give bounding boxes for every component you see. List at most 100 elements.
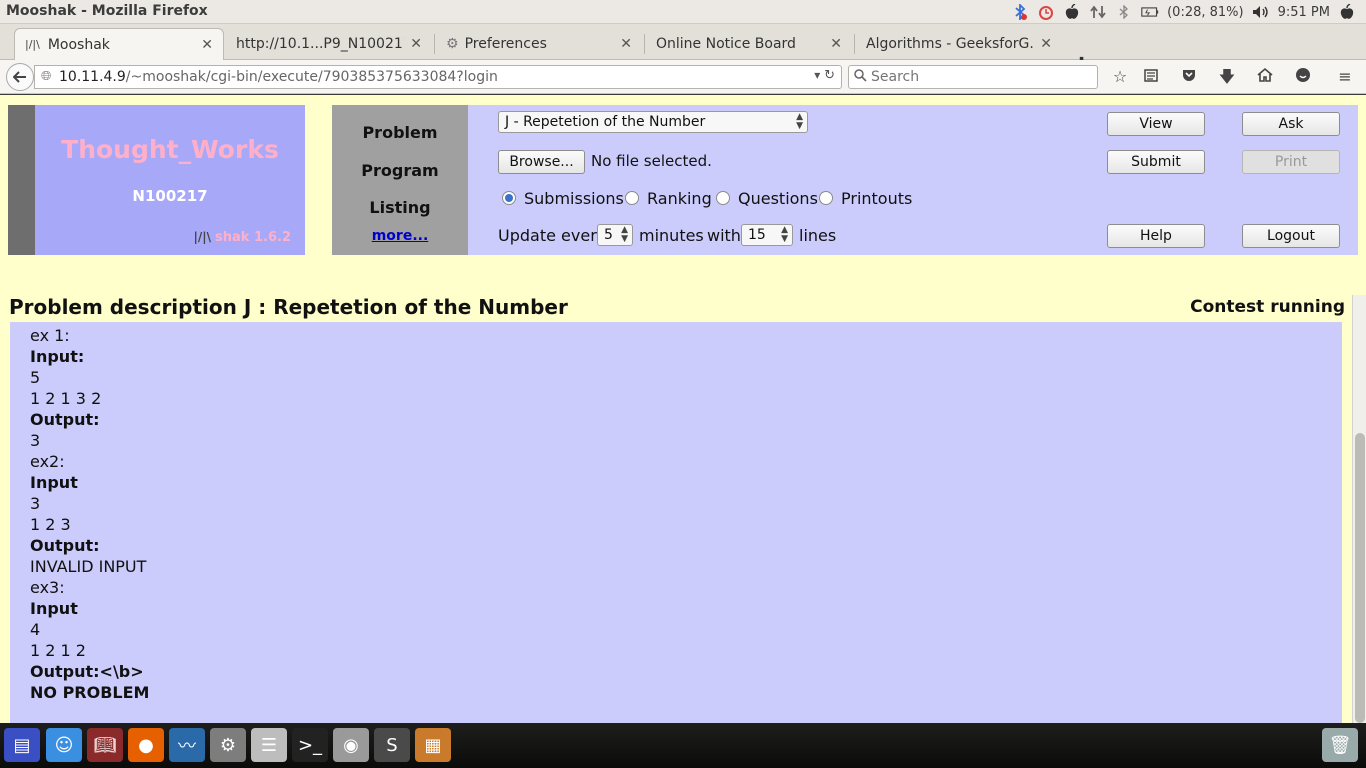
description-line: 1 2 1 2	[30, 641, 86, 660]
system-preferences-icon[interactable]: ⚙	[210, 728, 246, 762]
back-button[interactable]	[6, 63, 34, 91]
radio-questions[interactable]	[716, 191, 730, 205]
menu-icon[interactable]: ≡	[1335, 67, 1355, 87]
alarm-clock-icon[interactable]	[1037, 3, 1055, 21]
mixer-icon[interactable]: ☰	[251, 728, 287, 762]
problem-description-body: ex 1: Input: 5 1 2 1 3 2 Output: 3 ex2: Input 3 1…	[10, 322, 1342, 723]
description-line: Output:	[30, 410, 100, 429]
logo-strip	[8, 105, 35, 255]
url-bar[interactable]: 🌐︎ 10.11.4.9/~mooshak/cgi-bin/execute/79…	[34, 65, 842, 89]
search-input[interactable]	[871, 68, 1091, 86]
volume-icon[interactable]	[1252, 3, 1270, 21]
contest-status: Contest running	[1190, 297, 1345, 317]
close-tab-icon[interactable]: ✕	[410, 36, 422, 52]
update-lines-spinner[interactable]: 15 ▲ ▼	[741, 224, 793, 246]
home-icon[interactable]	[1255, 67, 1275, 87]
show-desktop-icon[interactable]: ▤	[4, 728, 40, 762]
description-line: Output:	[30, 536, 100, 555]
radio-printouts-label[interactable]: Printouts	[841, 189, 912, 208]
close-tab-icon[interactable]: ✕	[201, 37, 213, 53]
update-minutes-spinner[interactable]: 5 ▲ ▼	[597, 224, 633, 246]
url-host: 10.11.4.9	[59, 69, 126, 85]
logout-button[interactable]: Logout	[1242, 224, 1340, 248]
close-tab-icon[interactable]: ✕	[830, 36, 842, 52]
terminal-icon[interactable]: >_	[292, 728, 328, 762]
tab-mooshak[interactable]: |/|\ Mooshak ✕	[14, 28, 224, 60]
calculator-icon[interactable]: ▦	[415, 728, 451, 762]
description-line: ex3:	[30, 578, 65, 597]
reading-list-icon[interactable]	[1141, 67, 1161, 87]
radio-ranking-label[interactable]: Ranking	[647, 189, 712, 208]
description-line: ex 1:	[30, 326, 70, 345]
dock: ▤ ☺ 📖︎ ● 〰 ⚙ ☰ >_ ◉ S ▦ 🗑︎	[0, 723, 1366, 768]
problem-label: Problem	[362, 123, 438, 142]
spinner-arrows-icon[interactable]: ▲ ▼	[781, 226, 788, 244]
hello-chat-icon[interactable]	[1293, 67, 1313, 87]
battery-icon[interactable]	[1141, 3, 1159, 21]
system-monitor-icon[interactable]: 〰	[169, 728, 205, 762]
dictionary-icon[interactable]: 📖︎	[87, 728, 123, 762]
submit-button[interactable]: Submit	[1107, 150, 1205, 174]
spinner-arrows-icon[interactable]: ▲ ▼	[621, 226, 628, 244]
description-line: 1 2 1 3 2	[30, 389, 102, 408]
bluetooth-gray-icon[interactable]	[1115, 3, 1133, 21]
lines-label: lines	[799, 226, 837, 245]
tab-result[interactable]: http://10.1...P9_N100217 ✕	[226, 28, 432, 60]
control-panel: J - Repetetion of the Number ▲ ▼ View Ask…	[468, 105, 1358, 255]
description-line: Output:<\b>	[30, 662, 144, 681]
close-tab-icon[interactable]: ✕	[620, 36, 632, 52]
clock[interactable]: 9:51 PM	[1278, 5, 1330, 20]
radio-ranking[interactable]	[625, 191, 639, 205]
ask-button[interactable]: Ask	[1242, 112, 1340, 136]
problem-select[interactable]: J - Repetetion of the Number ▲ ▼	[498, 111, 808, 133]
browse-button[interactable]: Browse...	[498, 150, 585, 174]
tab-notice-board[interactable]: Online Notice Board ✕	[646, 28, 852, 60]
page-content: Thought_Works N100217 |/|\ shak 1.6.2 Pro…	[0, 95, 1366, 723]
finder-icon[interactable]: ☺	[46, 728, 82, 762]
downloads-icon[interactable]: 🡇	[1217, 67, 1237, 87]
bookmark-star-icon[interactable]: ☆	[1110, 67, 1130, 87]
close-tab-icon[interactable]: ✕	[1040, 36, 1052, 52]
description-line: ex2:	[30, 452, 65, 471]
tab-geeksforgeeks[interactable]: Algorithms - GeeksforG... ✕	[856, 28, 1062, 60]
pocket-icon[interactable]	[1179, 67, 1199, 87]
search-bar[interactable]	[848, 65, 1098, 89]
globe-icon[interactable]: 🌐︎	[41, 69, 51, 84]
description-line: Input	[30, 599, 78, 618]
scrollbar-thumb[interactable]	[1355, 433, 1365, 723]
search-icon	[854, 69, 867, 86]
help-button[interactable]: Help	[1107, 224, 1205, 248]
scrollbar[interactable]	[1352, 295, 1366, 723]
reload-icon[interactable]: ↻	[824, 68, 835, 83]
listing-label: Listing	[369, 198, 431, 217]
trash-icon[interactable]: 🗑︎	[1322, 728, 1358, 762]
window-title: Mooshak - Mozilla Firefox	[6, 3, 208, 19]
radio-printouts[interactable]	[819, 191, 833, 205]
bluetooth-icon[interactable]	[1011, 3, 1029, 21]
radio-submissions-label[interactable]: Submissions	[524, 189, 624, 208]
view-button[interactable]: View	[1107, 112, 1205, 136]
tab-label: Preferences	[464, 36, 547, 52]
disk-utility-icon[interactable]: ◉	[333, 728, 369, 762]
url-history-dropdown-icon[interactable]: ▾	[814, 68, 820, 82]
battery-text: (0:28, 81%)	[1167, 4, 1244, 20]
description-line: 5	[30, 368, 41, 387]
tab-label: Online Notice Board	[656, 36, 796, 52]
description-line: 1 2 3	[30, 515, 71, 534]
network-icon[interactable]	[1089, 3, 1107, 21]
program-label: Program	[361, 161, 439, 180]
mooshak-favicon-icon: |/|\	[25, 38, 40, 51]
firefox-icon[interactable]: ●	[128, 728, 164, 762]
radio-submissions[interactable]	[502, 191, 516, 205]
navigation-bar: 🌐︎ 10.11.4.9/~mooshak/cgi-bin/execute/79…	[0, 60, 1366, 94]
tab-divider	[854, 34, 855, 54]
apple-menu-icon[interactable]	[1063, 3, 1081, 21]
radio-questions-label[interactable]: Questions	[738, 189, 818, 208]
apple-icon[interactable]	[1338, 3, 1356, 21]
tab-preferences[interactable]: ⚙ Preferences ✕	[436, 28, 642, 60]
more-link[interactable]: more...	[332, 228, 468, 244]
os-top-bar: Mooshak - Mozilla Firefox (0:28, 81%) 9:…	[0, 0, 1366, 24]
print-button[interactable]: Print	[1242, 150, 1340, 174]
sublime-text-icon[interactable]: S	[374, 728, 410, 762]
tab-label: Mooshak	[47, 36, 110, 53]
